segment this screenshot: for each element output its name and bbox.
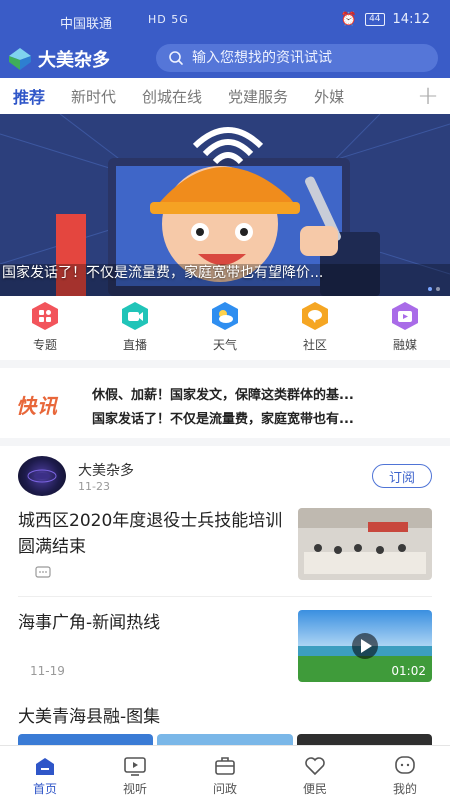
flash-news[interactable]: 快讯 休假、加薪！国家发文，保障这类群体的基... 国家发话了！不仅是流量费，家… (0, 370, 450, 436)
quick-convergence-media[interactable]: 融媒 (375, 300, 435, 358)
quick-topics[interactable]: 专题 (15, 300, 75, 358)
channel-tabs: 推荐 新时代 创城在线 党建服务 外媒 + (0, 78, 450, 114)
topics-icon (29, 300, 61, 332)
media-play-icon (389, 300, 421, 332)
status-bar: 中国联通 HD 5G ⏰ 44 14:12 (0, 0, 450, 40)
news-title[interactable]: 海事广角-新闻热线 (18, 610, 288, 636)
video-duration: 01:02 (391, 664, 426, 678)
nav-mine[interactable]: 我的 (370, 746, 440, 800)
comment-icon[interactable] (35, 566, 51, 580)
search-icon (169, 51, 183, 65)
quick-live[interactable]: 直播 (105, 300, 165, 358)
tab-foreign-media[interactable]: 外媒 (301, 86, 357, 107)
signal-indicator: HD 5G (148, 13, 189, 26)
hero-banner[interactable]: 国家发话了！不仅是流量费，家庭宽带也有望降价... (0, 114, 450, 296)
tab-party-service[interactable]: 党建服务 (215, 86, 301, 107)
gallery-title[interactable]: 大美青海县融-图集 (18, 702, 160, 727)
account-date: 11-23 (78, 480, 110, 493)
nav-label: 便民 (302, 782, 327, 796)
search-bar[interactable] (156, 44, 438, 72)
tv-play-icon (124, 757, 146, 776)
flash-news-line[interactable]: 休假、加薪！国家发文，保障这类群体的基... (92, 384, 437, 403)
news-item[interactable]: 海事广角-新闻热线 11-19 01:02 (0, 610, 450, 684)
home-icon (36, 758, 54, 775)
video-thumbnail[interactable]: 01:02 (298, 610, 432, 682)
nav-audio-video[interactable]: 视听 (100, 746, 170, 800)
banner-pager (428, 287, 440, 291)
pager-dot (436, 287, 440, 291)
banner-caption: 国家发话了！不仅是流量费，家庭宽带也有望降价... (2, 265, 324, 281)
community-icon (299, 300, 331, 332)
nav-label: 首页 (32, 782, 57, 796)
briefcase-icon (215, 757, 235, 775)
flash-news-label: 快讯 (16, 394, 58, 418)
quick-label: 专题 (32, 338, 57, 352)
nav-home[interactable]: 首页 (10, 746, 80, 800)
battery-icon: 44 (365, 13, 385, 26)
tab-new-era[interactable]: 新时代 (58, 86, 129, 107)
list-divider (18, 596, 432, 597)
live-camera-icon (119, 300, 151, 332)
nav-label: 视听 (122, 782, 147, 796)
section-divider (0, 438, 450, 446)
heart-icon (305, 757, 325, 776)
carrier-name: 中国联通 (60, 17, 113, 32)
quick-weather[interactable]: 天气 (195, 300, 255, 358)
quick-label: 社区 (302, 338, 327, 352)
news-thumbnail[interactable] (298, 508, 432, 580)
brand: 大美杂多 (8, 46, 110, 72)
nav-label: 问政 (212, 782, 237, 796)
news-item[interactable]: 城西区2020年度退役士兵技能培训圆满结束 (0, 506, 450, 592)
profile-chat-icon (395, 756, 415, 774)
account-name[interactable]: 大美杂多 (78, 460, 134, 480)
nav-convenience[interactable]: 便民 (280, 746, 350, 800)
app-name: 大美杂多 (38, 50, 110, 71)
nav-label: 我的 (392, 782, 417, 796)
quick-label: 天气 (212, 338, 237, 352)
quick-label: 融媒 (392, 338, 417, 352)
news-date: 11-19 (30, 664, 65, 678)
clock: 14:12 (392, 12, 430, 27)
bottom-nav: 首页 视听 问政 便民 我的 (0, 745, 450, 800)
weather-icon (209, 300, 241, 332)
news-title[interactable]: 城西区2020年度退役士兵技能培训圆满结束 (18, 508, 288, 560)
account-row: 大美杂多 11-23 订阅 (0, 454, 450, 500)
search-input[interactable] (192, 50, 422, 66)
status-right: ⏰ 44 14:12 (341, 12, 430, 27)
avatar[interactable] (18, 456, 66, 496)
section-divider (0, 360, 450, 368)
tab-recommend[interactable]: 推荐 (0, 84, 58, 108)
quick-entries: 专题 直播 天气 社区 融媒 (0, 300, 450, 358)
pager-dot (428, 287, 432, 291)
subscribe-button[interactable]: 订阅 (372, 464, 432, 488)
quick-label: 直播 (122, 338, 147, 352)
flash-news-line[interactable]: 国家发话了！不仅是流量费，家庭宽带也有... (92, 408, 437, 427)
add-channel-icon[interactable]: + (406, 78, 450, 114)
nav-inquiry[interactable]: 问政 (190, 746, 260, 800)
app-header: 中国联通 HD 5G ⏰ 44 14:12 大美杂多 (0, 0, 450, 78)
app-logo-icon (8, 47, 32, 71)
tab-city-creation[interactable]: 创城在线 (129, 86, 215, 107)
quick-community[interactable]: 社区 (285, 300, 345, 358)
alarm-icon: ⏰ (340, 12, 358, 27)
